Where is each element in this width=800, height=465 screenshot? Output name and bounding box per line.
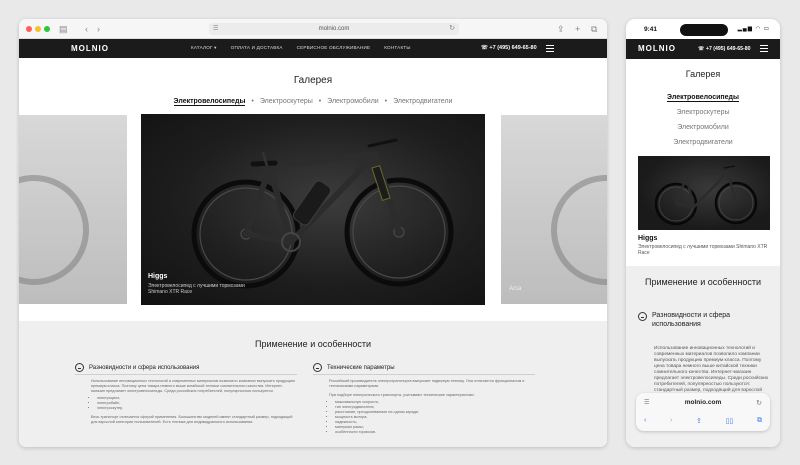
minimize-window-button[interactable] [35, 26, 41, 32]
back-icon[interactable]: ‹ [644, 417, 646, 425]
status-time: 9:41 [644, 26, 658, 33]
mobile-site-header: MOLNIO ☏ +7 (495) 649-65-80 [626, 39, 780, 59]
accordion-text: Использование инновационных технологий и… [654, 346, 769, 399]
site-logo[interactable]: MOLNIO [71, 44, 109, 53]
accordion-title: Разновидности и сфера использования [89, 364, 200, 371]
list-item: электроскутер. [97, 406, 297, 411]
menu-item-payment-delivery[interactable]: ОПЛАТА И ДОСТАВКА [231, 45, 283, 51]
status-icons: ▂▄▆ ◠ ▭ [737, 26, 770, 32]
status-bar: 9:41 ▂▄▆ ◠ ▭ [626, 19, 780, 39]
accordion-header-right[interactable]: Технические параметры [313, 363, 535, 375]
gallery-main-slide[interactable]: Higgs Электровелосипед с лучшими тормоза… [141, 114, 485, 305]
gallery-title: Галерея [293, 75, 333, 86]
accordion-title: Технические параметры [327, 364, 395, 371]
ebike-image [654, 165, 758, 226]
gallery-main-slide[interactable] [638, 156, 770, 230]
tab-electric-cars[interactable]: Электромобили [626, 120, 780, 135]
site-header: MOLNIO КАТАЛОГ ▾ ОПЛАТА И ДОСТАВКА СЕРВИ… [19, 39, 607, 58]
tab-separator: • [251, 98, 254, 105]
tab-label: Электровелосипеды [667, 94, 739, 102]
mobile-browser-bar: ☰ molnio.com ↻ ‹ › ⇪ ▯▯ ⧉ [636, 393, 770, 431]
accordion-list: максимальную скорость; тип электродвигат… [335, 400, 535, 435]
features-column-right: Технические параметры Российский произво… [313, 363, 535, 435]
mobile-browser-window: 9:41 ▂▄▆ ◠ ▭ MOLNIO ☏ +7 (495) 649-65-80… [626, 19, 780, 447]
tab-electric-bikes[interactable]: Электровелосипеды [626, 90, 780, 105]
slide-title: Higgs [148, 273, 168, 280]
tab-overview-icon[interactable]: ⧉ [591, 23, 597, 35]
page-settings-icon[interactable]: ☰ [213, 23, 218, 35]
dynamic-island [680, 24, 728, 36]
ebike-image [191, 138, 454, 289]
features-title: Применение и особенности [645, 277, 761, 287]
bookmarks-icon[interactable]: ▯▯ [726, 417, 734, 425]
close-window-button[interactable] [26, 26, 32, 32]
forward-icon[interactable]: › [670, 417, 672, 425]
browser-toolbar: ▤ ‹ › ☰ molnio.com ↻ ⇪ + ⧉ [19, 19, 607, 39]
back-icon[interactable]: ‹ [85, 23, 88, 35]
menu-item-contacts[interactable]: КОНТАКТЫ [384, 45, 410, 51]
main-menu: КАТАЛОГ ▾ ОПЛАТА И ДОСТАВКА СЕРВИСНОЕ ОБ… [191, 45, 425, 51]
previous-slide[interactable] [19, 115, 127, 304]
reload-icon[interactable]: ↻ [756, 399, 762, 407]
tab-electric-scooters[interactable]: Электроскутеры [260, 98, 313, 105]
tab-electric-motors[interactable]: Электродвигатели [393, 98, 452, 105]
gallery-title: Галерея [685, 69, 721, 79]
address-bar[interactable]: ☰ molnio.com ↻ [636, 399, 770, 407]
collapse-icon[interactable] [75, 363, 84, 372]
accordion-header-left[interactable]: Разновидности и сфера использования [75, 363, 297, 375]
slide-description: Электровелосипед с лучшими тормозами Shi… [148, 283, 245, 295]
collapse-icon[interactable] [638, 312, 647, 321]
tabs-icon[interactable]: ⧉ [757, 417, 762, 425]
sidebar-icon[interactable]: ▤ [59, 23, 68, 35]
next-slide-caption: Arca [509, 286, 522, 292]
features-column-left: Разновидности и сфера использования Испо… [75, 363, 297, 425]
list-item: особенности тормозов. [335, 430, 535, 435]
page-settings-icon[interactable]: ☰ [644, 399, 649, 406]
features-title: Применение и особенности [255, 339, 371, 349]
accordion-text: Весь транспорт отличается сферой примене… [91, 415, 293, 424]
accordion-header-left[interactable]: Разновидности и сфера использования [638, 311, 770, 329]
accordion-text: При подборе электрического транспорта, у… [329, 393, 475, 397]
accordion-text: Использование инновационных технологий и… [91, 379, 295, 393]
reload-icon[interactable]: ↻ [449, 23, 455, 35]
accordion-title: Разновидности и сфера использования [652, 312, 731, 328]
tab-electric-bikes[interactable]: Электровелосипеды [173, 98, 246, 106]
burger-menu-icon[interactable] [546, 45, 554, 54]
accordion-list: электроцикл; электробайк; электроскутер. [97, 396, 297, 411]
new-tab-icon[interactable]: + [575, 23, 580, 35]
accordion-text: Российский производитель электротранспор… [329, 379, 525, 388]
header-phone[interactable]: ☏ +7 (495) 649-65-80 [481, 45, 537, 51]
forward-icon[interactable]: › [97, 23, 100, 35]
collapse-icon[interactable] [313, 363, 322, 372]
slide-description: Электровелосипед с лучшими тормозами Shi… [638, 244, 768, 256]
address-bar[interactable]: ☰ molnio.com ↻ [209, 23, 459, 35]
features-section: Применение и особенности Разновидности и… [19, 321, 607, 447]
tab-separator: • [318, 98, 322, 105]
tab-separator: • [384, 98, 388, 105]
share-icon[interactable]: ⇪ [557, 23, 565, 35]
address-bar-url: molnio.com [684, 399, 722, 406]
tab-electric-cars[interactable]: Электромобили [327, 98, 379, 105]
site-logo[interactable]: MOLNIO [638, 44, 676, 53]
next-slide[interactable]: Arca [501, 115, 607, 304]
menu-item-service[interactable]: СЕРВИСНОЕ ОБСЛУЖИВАНИЕ [297, 45, 371, 51]
gallery-category-tabs: Электровелосипеды Электроскутеры Электро… [626, 90, 780, 150]
address-bar-url: molnio.com [318, 26, 350, 32]
tab-electric-scooters[interactable]: Электроскутеры [626, 105, 780, 120]
tab-electric-motors[interactable]: Электродвигатели [626, 135, 780, 150]
gallery-category-tabs: Электровелосипеды • Электроскутеры • Эле… [19, 98, 607, 106]
browser-toolbar: ‹ › ⇪ ▯▯ ⧉ [644, 417, 762, 425]
share-icon[interactable]: ⇪ [696, 417, 702, 425]
header-phone[interactable]: ☏ +7 (495) 649-65-80 [698, 46, 751, 52]
burger-menu-icon[interactable] [760, 45, 768, 54]
maximize-window-button[interactable] [44, 26, 50, 32]
desktop-browser-window: ▤ ‹ › ☰ molnio.com ↻ ⇪ + ⧉ MOLNIO КАТАЛО… [19, 19, 607, 447]
slide-title: Higgs [638, 235, 658, 242]
menu-item-catalog[interactable]: КАТАЛОГ ▾ [191, 45, 217, 51]
